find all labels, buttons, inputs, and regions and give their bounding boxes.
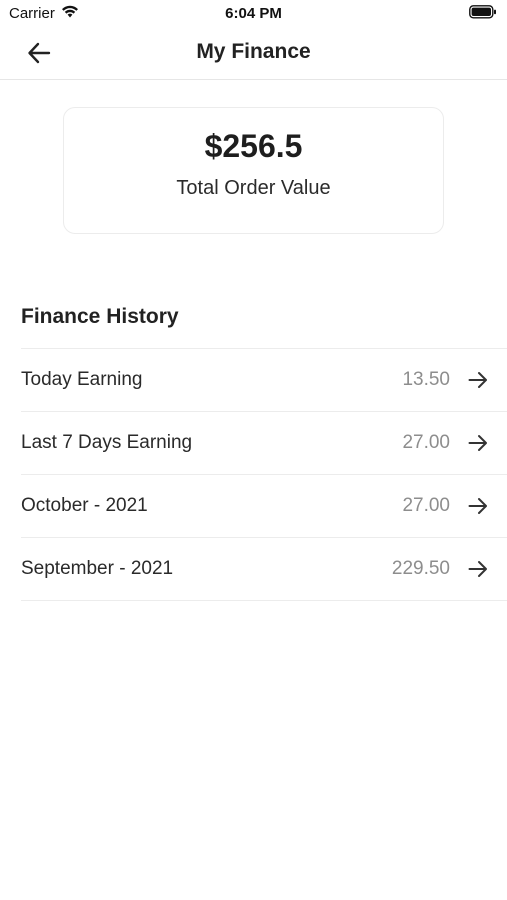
history-row-today[interactable]: Today Earning 13.50 — [21, 348, 507, 411]
total-order-amount: $256.5 — [204, 128, 303, 164]
battery-icon — [469, 5, 497, 23]
status-bar: Carrier 6:04 PM — [0, 0, 507, 26]
arrow-right-icon — [467, 369, 489, 391]
status-time: 6:04 PM — [225, 5, 282, 22]
finance-history-list: Today Earning 13.50 Last 7 Days Earning … — [21, 348, 507, 601]
history-row-value: 27.00 — [402, 495, 450, 516]
history-row-october-2021[interactable]: October - 2021 27.00 — [21, 474, 507, 537]
history-row-value: 229.50 — [391, 558, 450, 579]
history-row-value: 27.00 — [402, 432, 450, 453]
history-row-last-7-days[interactable]: Last 7 Days Earning 27.00 — [21, 411, 507, 474]
history-row-value: 13.50 — [402, 369, 450, 390]
history-row-label: Today Earning — [21, 369, 143, 390]
history-row-september-2021[interactable]: September - 2021 229.50 — [21, 537, 507, 601]
page-title: My Finance — [196, 40, 311, 63]
arrow-right-icon — [467, 495, 489, 517]
total-order-label: Total Order Value — [176, 177, 331, 199]
history-row-label: October - 2021 — [21, 495, 148, 516]
history-row-label: Last 7 Days Earning — [21, 432, 193, 453]
history-row-label: September - 2021 — [21, 558, 174, 579]
finance-history-title: Finance History — [21, 305, 179, 328]
total-order-card: $256.5 Total Order Value — [63, 107, 444, 234]
arrow-right-icon — [467, 558, 489, 580]
nav-bar: My Finance — [0, 26, 507, 80]
arrow-right-icon — [467, 432, 489, 454]
